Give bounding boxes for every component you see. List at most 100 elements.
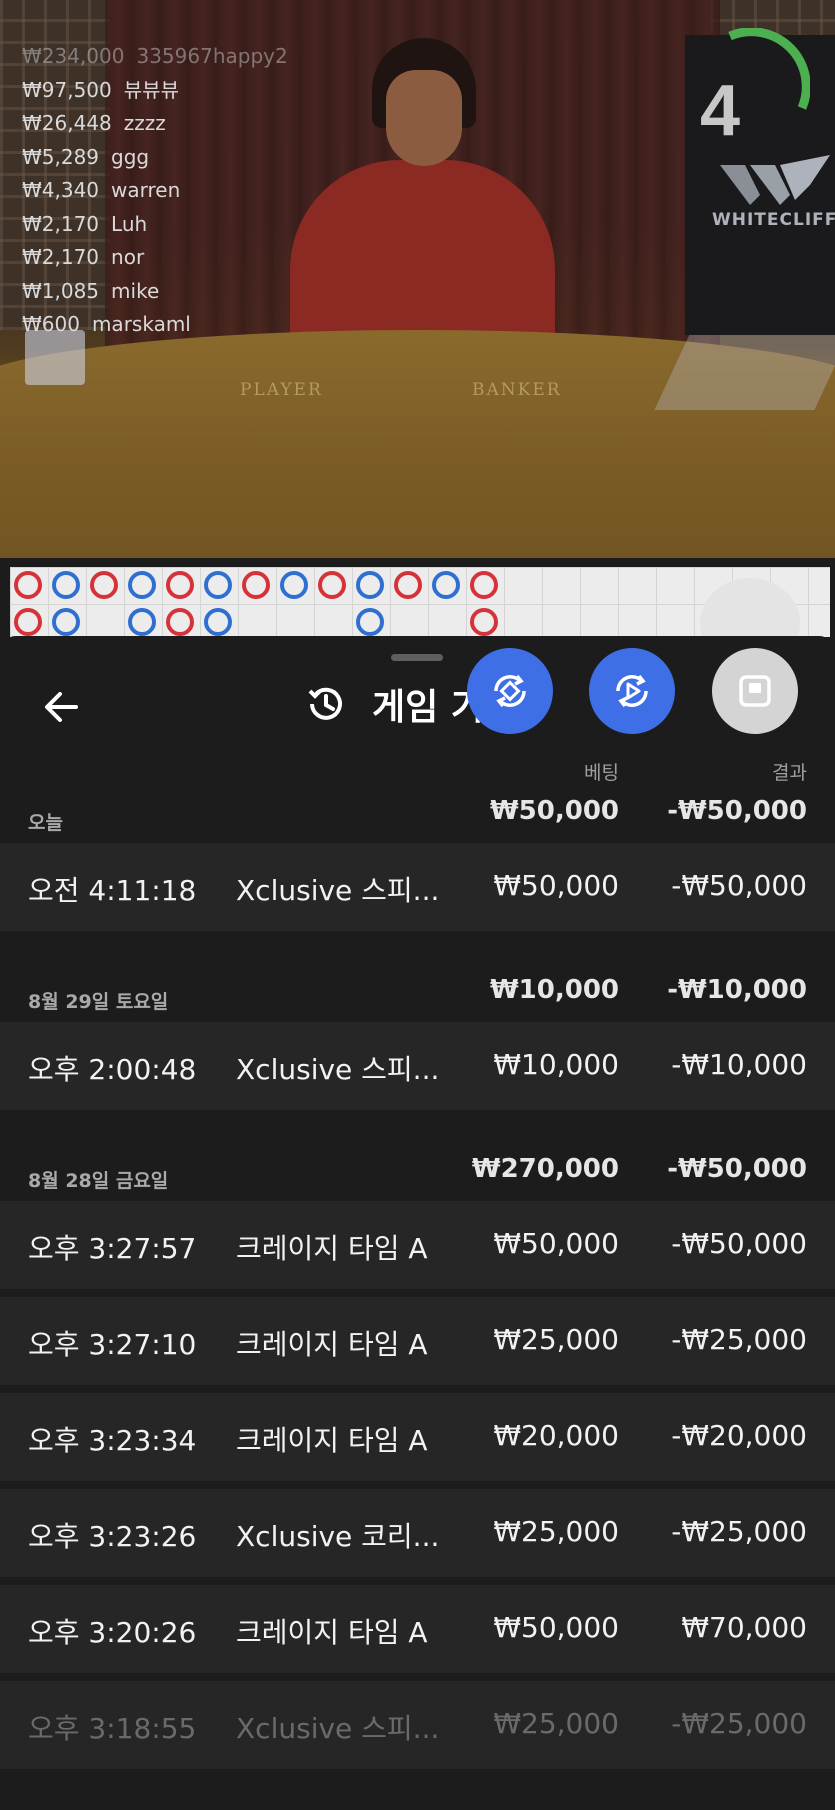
whitecliff-logo-icon: [720, 155, 830, 205]
row-game: Xclusive 스피...: [236, 874, 440, 907]
player-bead: [204, 571, 232, 599]
ticker-row: ₩2,170 nor: [22, 241, 288, 275]
row-bet: ₩50,000: [493, 1227, 619, 1260]
ticker-name: ggg: [111, 144, 150, 169]
row-time: 오전 4:11:18: [28, 874, 197, 907]
player-bead: [432, 571, 460, 599]
history-icon: [308, 687, 342, 720]
row-result: -₩25,000: [671, 1323, 807, 1356]
group-result-total: -₩50,000: [667, 796, 807, 826]
sheet-drag-handle[interactable]: [391, 654, 443, 661]
row-game: 크레이지 타임 A: [236, 1232, 428, 1265]
group-bet-total: ₩50,000: [489, 796, 619, 826]
banker-bead: [90, 571, 118, 599]
row-time: 오후 3:27:10: [28, 1328, 197, 1361]
ticker-name: zzzz: [123, 111, 166, 135]
ticker-row: ₩5,289 ggg: [22, 141, 288, 175]
table-row[interactable]: 오후 2:00:48 Xclusive 스피... ₩10,000 -₩10,0…: [0, 1022, 835, 1110]
dealer-face: [386, 70, 462, 166]
table-row[interactable]: 오전 4:11:18 Xclusive 스피... ₩50,000 -₩50,0…: [0, 843, 835, 931]
countdown-number: 4: [700, 71, 741, 151]
group-date: 8월 29일 토요일: [28, 991, 169, 1013]
player-bead: [204, 608, 232, 636]
row-time: 오후 2:00:48: [28, 1053, 197, 1086]
group-date: 오늘: [28, 812, 63, 834]
replay-icon: [616, 674, 648, 708]
row-game: Xclusive 스피...: [236, 1712, 440, 1745]
ticker-name: mike: [111, 278, 160, 303]
row-result: -₩25,000: [671, 1707, 807, 1740]
banker-bead: [14, 571, 42, 599]
table-row[interactable]: 오후 3:20:26 크레이지 타임 A ₩50,000 ₩70,000: [0, 1585, 835, 1673]
banker-bead: [394, 571, 422, 599]
stop-button[interactable]: [712, 648, 798, 734]
ticker-name: 335967happy2: [136, 44, 288, 68]
stop-icon: [739, 675, 771, 707]
row-result: -₩50,000: [671, 869, 807, 902]
row-game: Xclusive 코리...: [236, 1520, 440, 1553]
rotate-view-button[interactable]: [467, 648, 553, 734]
column-header-result: 결과: [772, 762, 807, 784]
row-game: 크레이지 타임 A: [236, 1616, 428, 1649]
row-time: 오후 3:27:57: [28, 1232, 197, 1265]
row-time: 오후 3:23:34: [28, 1424, 197, 1457]
ticker-name: 뷰뷰뷰: [123, 77, 179, 102]
date-group-header: 오늘 ₩50,000 -₩50,000: [0, 786, 835, 846]
row-result: -₩20,000: [671, 1419, 807, 1452]
banker-bead: [470, 608, 498, 636]
ticker-name: warren: [111, 178, 181, 202]
row-result: -₩50,000: [671, 1227, 807, 1260]
ticker-row: ₩1,085 mike: [22, 275, 288, 309]
rotate-view-icon: [494, 674, 526, 708]
banker-bead: [166, 571, 194, 599]
table-row[interactable]: 오후 3:23:26 Xclusive 코리... ₩25,000 -₩25,0…: [0, 1489, 835, 1577]
player-bead: [356, 608, 384, 636]
player-bead: [128, 608, 156, 636]
row-result: -₩25,000: [671, 1515, 807, 1548]
player-bead: [52, 608, 80, 636]
date-group-header: 8월 28일 금요일 ₩270,000 -₩50,000: [0, 1144, 835, 1204]
row-game: 크레이지 타임 A: [236, 1328, 428, 1361]
player-bead: [280, 571, 308, 599]
row-result: ₩70,000: [681, 1611, 807, 1644]
ticker-amount: ₩97,500: [22, 77, 112, 102]
table-row[interactable]: 오후 3:27:10 크레이지 타임 A ₩25,000 -₩25,000: [0, 1297, 835, 1385]
row-bet: ₩25,000: [493, 1707, 619, 1740]
ticker-row: ₩4,340 warren: [22, 174, 288, 208]
row-game: Xclusive 스피...: [236, 1053, 440, 1086]
live-video: PLAYER BANKER WHITECLIFF 4 ₩234,000 33596…: [0, 0, 835, 558]
table-row[interactable]: 오후 3:18:55 Xclusive 스피... ₩25,000 -₩25,0…: [0, 1681, 835, 1769]
row-bet: ₩50,000: [493, 869, 619, 902]
replay-button[interactable]: [589, 648, 675, 734]
player-bead: [128, 571, 156, 599]
ticker-row: ₩234,000 335967happy2: [22, 40, 288, 74]
column-header-bet: 베팅: [584, 762, 619, 784]
banker-bead: [166, 608, 194, 636]
row-bet: ₩50,000: [493, 1611, 619, 1644]
player-bead: [356, 571, 384, 599]
ticker-amount: ₩4,340: [22, 178, 100, 202]
ticker-row: ₩2,170 Luh: [22, 208, 288, 242]
ticker-name: nor: [111, 245, 145, 269]
banker-bead: [470, 571, 498, 599]
page-title: 게임 기록: [372, 687, 482, 728]
row-bet: ₩25,000: [493, 1515, 619, 1548]
back-arrow-icon[interactable]: [40, 685, 84, 729]
group-date: 8월 28일 금요일: [28, 1170, 169, 1192]
table-row[interactable]: 오후 3:27:57 크레이지 타임 A ₩50,000 -₩50,000: [0, 1201, 835, 1289]
date-group-header: 8월 29일 토요일 ₩10,000 -₩10,000: [0, 965, 835, 1025]
table-row[interactable]: 오후 3:23:34 크레이지 타임 A ₩20,000 -₩20,000: [0, 1393, 835, 1481]
group-result-total: -₩50,000: [667, 1154, 807, 1184]
group-bet-total: ₩10,000: [489, 975, 619, 1005]
ticker-name: marskaml: [91, 312, 191, 336]
ticker-row: ₩97,500 뷰뷰뷰: [22, 74, 288, 108]
ticker-amount: ₩234,000: [22, 44, 125, 68]
ticker-row: ₩600 marskaml: [22, 308, 288, 342]
logo-text: WHITECLIFF: [712, 210, 835, 230]
ticker-amount: ₩600: [22, 312, 80, 336]
ticker-amount: ₩1,085: [22, 278, 100, 303]
ticker-amount: ₩26,448: [22, 111, 112, 135]
row-time: 오후 3:20:26: [28, 1616, 197, 1649]
ticker-name: Luh: [111, 211, 148, 236]
player-bead: [52, 571, 80, 599]
